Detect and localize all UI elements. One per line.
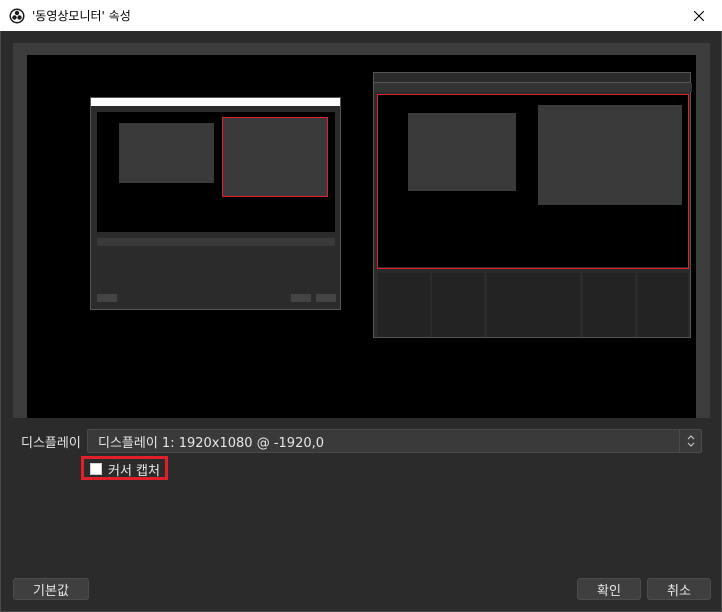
preview-canvas: [27, 55, 696, 418]
preview-thumbnail-left: [90, 97, 341, 310]
display-select-value: 디스플레이 1: 1920x1080 @ -1920,0: [98, 435, 325, 451]
defaults-button[interactable]: 기본값: [13, 578, 89, 600]
close-button[interactable]: [676, 0, 722, 31]
ok-button[interactable]: 확인: [577, 578, 641, 600]
cursor-capture-highlight: 커서 캡처: [81, 456, 168, 480]
preview-area: [13, 43, 710, 418]
obs-icon: [9, 8, 25, 23]
display-label: 디스플레이: [21, 436, 81, 451]
cursor-capture-label: 커서 캡처: [108, 464, 160, 479]
window-title: '동영상모니터' 속성: [32, 9, 131, 23]
close-icon: [694, 10, 704, 21]
cancel-button[interactable]: 취소: [647, 578, 711, 600]
display-select[interactable]: 디스플레이 1: 1920x1080 @ -1920,0: [87, 429, 702, 453]
preview-thumbnail-right: [373, 72, 692, 338]
cursor-capture-checkbox[interactable]: [90, 463, 102, 475]
properties-dialog: 디스플레이 디스플레이 1: 1920x1080 @ -1920,0 커서 캡처…: [0, 31, 722, 612]
title-bar: '동영상모니터' 속성: [0, 0, 722, 31]
chevron-updown-icon: [679, 430, 701, 452]
